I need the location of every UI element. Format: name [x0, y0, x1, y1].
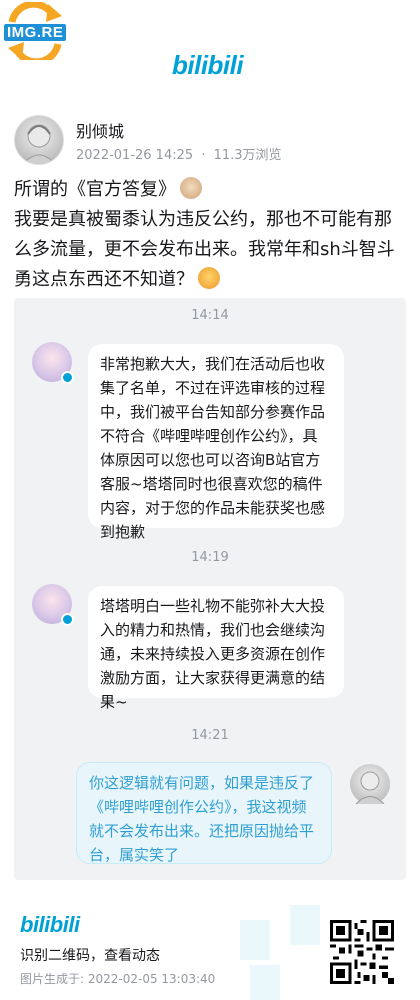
post-line-2: 我要是真被蜀黍认为违反公约，那也不可能有那么多流量，更不会发布出来。我常年和sh…	[14, 205, 408, 295]
qr-code-icon[interactable]	[330, 920, 394, 984]
other-avatar	[32, 342, 74, 384]
post-meta: 2022-01-26 14:25 · 11.3万浏览	[76, 144, 282, 163]
view-count: 11.3万浏览	[213, 148, 282, 163]
post-body: 所谓的《官方答复》 我要是真被蜀黍认为违反公约，那也不可能有那么多流量，更不会发…	[14, 175, 408, 295]
generated-time: 图片生成于: 2022-02-05 13:03:40	[20, 972, 216, 986]
post-date: 2022-01-26 14:25	[76, 148, 194, 163]
doge-emoji-icon	[198, 267, 220, 289]
verified-badge-icon	[61, 613, 74, 626]
chat-screenshot: 14:14 非常抱歉大大，我们在活动后也收集了名单，不过在评选审核的过程中，我们…	[14, 298, 406, 880]
self-avatar	[350, 764, 390, 805]
avatar-portrait-icon	[22, 124, 56, 164]
other-avatar	[32, 584, 74, 626]
footer-bilibili-logo: bilibili	[20, 912, 80, 937]
chat-timestamp: 14:14	[191, 308, 229, 323]
post-line-1: 所谓的《官方答复》	[14, 175, 408, 205]
chat-bubble-self: 你这逻辑就有问题，如果是违反了《哔哩哔哩创作公约》，我这视频就不会发布出来。还把…	[76, 762, 332, 864]
dog-emoji-icon	[180, 177, 202, 199]
verified-badge-icon	[61, 371, 74, 384]
chat-timestamp: 14:19	[191, 550, 229, 565]
bilibili-logo: bilibili	[172, 50, 244, 80]
post-title-text: 所谓的《官方答复》	[14, 179, 176, 200]
avatar-portrait-icon	[355, 771, 385, 805]
chat-bubble-other: 非常抱歉大大，我们在活动后也收集了名单，不过在评选审核的过程中，我们被平台告知部…	[88, 344, 344, 541]
author-avatar[interactable]	[14, 115, 64, 165]
meta-separator: ·	[201, 148, 206, 163]
chat-timestamp: 14:21	[191, 728, 229, 743]
watermark-logo: IMG.RE	[2, 2, 68, 60]
watermark-text: IMG.RE	[4, 24, 67, 41]
chat-bubble-other: 塔塔明白一些礼物不能弥补大大投入的精力和热情，我们也会继续沟通，未来持续投入更多…	[88, 586, 344, 711]
scan-qr-text: 识别二维码，查看动态	[20, 948, 160, 964]
author-name[interactable]: 别倾城	[76, 118, 124, 142]
